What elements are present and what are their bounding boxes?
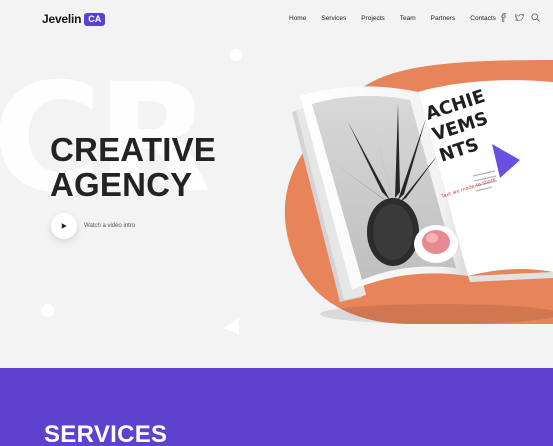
logo[interactable]: Jevelin CA bbox=[42, 12, 106, 26]
decorative-dot bbox=[41, 304, 54, 317]
nav-item-services[interactable]: Services bbox=[321, 15, 346, 22]
play-icon bbox=[61, 223, 67, 229]
nav-item-contacts[interactable]: Contacts bbox=[470, 15, 496, 22]
headline-line-2: AGENCY bbox=[50, 166, 193, 203]
hero-section: CR Jevelin CA Home Services Projects Tea… bbox=[0, 0, 553, 368]
main-nav: Home Services Projects Team Partners Con… bbox=[289, 15, 511, 22]
decorative-triangle bbox=[223, 318, 239, 334]
video-intro-label: Watch a video intro bbox=[84, 223, 136, 229]
search-icon[interactable] bbox=[531, 13, 540, 22]
nav-item-projects[interactable]: Projects bbox=[361, 15, 384, 22]
headline-line-1: CREATIVE bbox=[50, 131, 217, 168]
facebook-icon[interactable] bbox=[499, 13, 508, 22]
twitter-icon[interactable] bbox=[515, 13, 524, 22]
watch-video-link[interactable]: Watch a video intro bbox=[51, 213, 135, 239]
logo-text: Jevelin bbox=[42, 12, 82, 26]
nav-item-home[interactable]: Home bbox=[289, 15, 306, 22]
hero-headline: CREATIVE AGENCY bbox=[50, 132, 216, 202]
header-icons bbox=[499, 13, 540, 22]
play-button[interactable] bbox=[51, 213, 77, 239]
magazine-illustration: ACHIE VEMS NTS Text we made to share bbox=[284, 60, 553, 324]
nav-item-partners[interactable]: Partners bbox=[431, 15, 456, 22]
logo-badge: CA bbox=[84, 12, 106, 26]
services-title: SERVICES bbox=[44, 421, 168, 446]
nav-item-team[interactable]: Team bbox=[400, 15, 416, 22]
decorative-dot bbox=[230, 49, 242, 61]
services-section: SERVICES bbox=[0, 368, 553, 446]
